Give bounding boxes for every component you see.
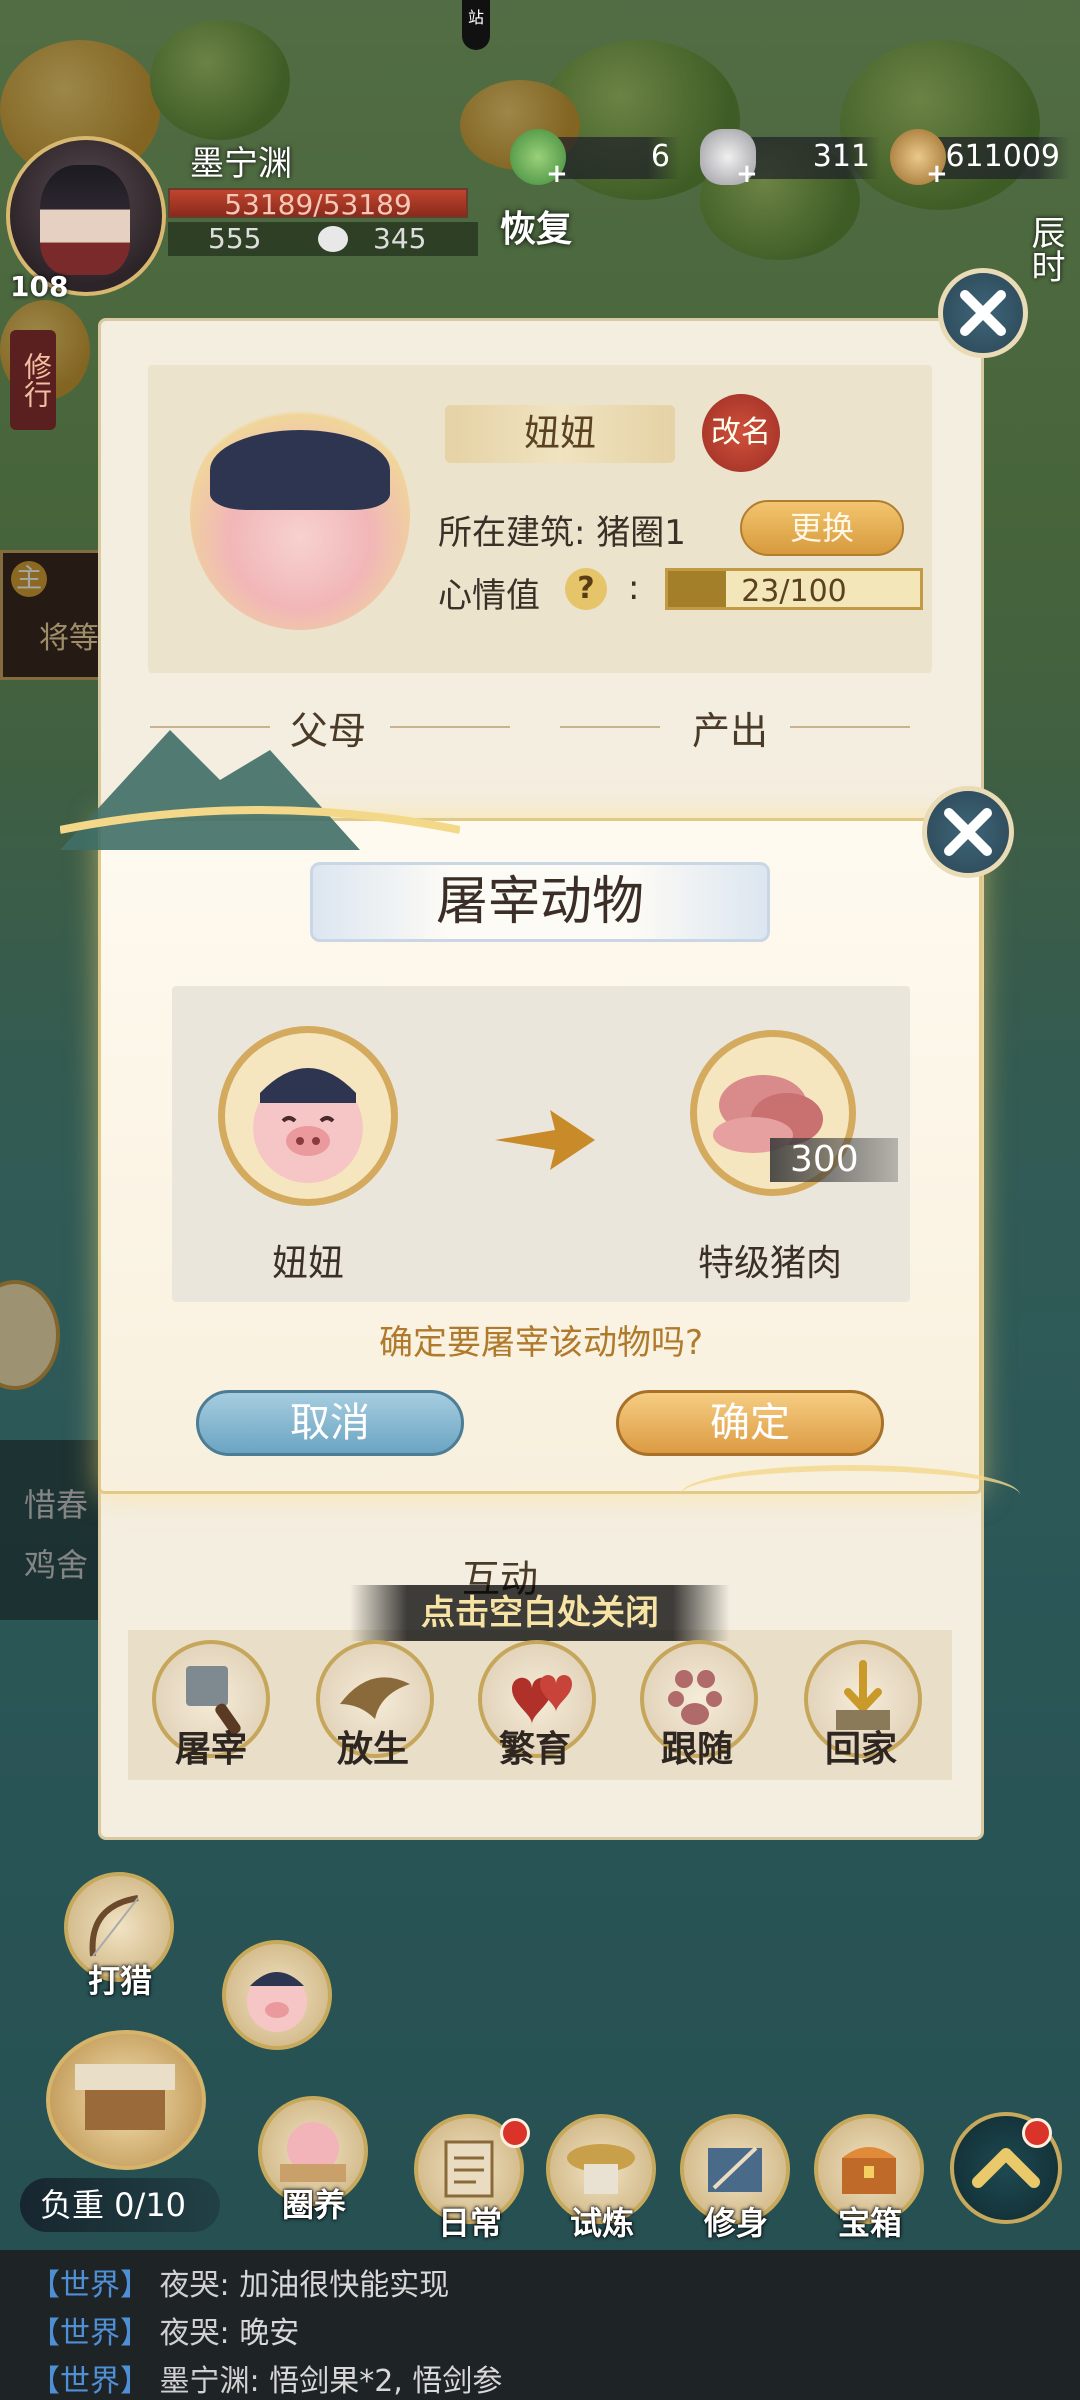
- station-tag[interactable]: 站: [462, 0, 490, 50]
- hp-value: 53189/53189: [224, 188, 412, 221]
- chat-text: 晚安: [239, 2316, 300, 2351]
- close-icon: [960, 290, 1006, 336]
- chat-channel: 【世界】: [30, 2268, 150, 2303]
- recover-label[interactable]: 恢复: [500, 200, 572, 252]
- breed-label: 繁育: [498, 1729, 571, 1770]
- mood-colon: :: [628, 568, 640, 608]
- chat-sender: 夜哭:: [159, 2316, 230, 2351]
- chat-text: 悟剑果*2, 悟剑参: [269, 2364, 503, 2399]
- mood-label: 心情值: [438, 576, 540, 616]
- trial-label: 试炼: [569, 2204, 634, 2242]
- chat-sender: 夜哭:: [159, 2268, 230, 2303]
- player-level: 108: [10, 270, 69, 303]
- sub-stat-a: 555: [208, 222, 262, 255]
- chat-message: 【世界】 夜哭: 晚安: [30, 2308, 299, 2352]
- to-item-name: 特级猪肉: [697, 1243, 842, 1284]
- divider: [790, 726, 910, 728]
- avatar-portrait: [40, 165, 130, 275]
- load-capacity: 负重 0/10: [20, 2178, 220, 2232]
- add-icon: +: [546, 159, 568, 189]
- sub-stats-row: 555 345: [168, 222, 478, 256]
- chat-message: 【世界】 夜哭: 加油很快能实现: [30, 2260, 449, 2304]
- resource-value: 6: [650, 139, 670, 174]
- pig-icon: [253, 1068, 363, 1183]
- market-stall-button[interactable]: [46, 2030, 206, 2170]
- help-icon[interactable]: ?: [565, 568, 607, 610]
- resource-coin[interactable]: + 611009: [890, 129, 1070, 189]
- gold-swirl-decoration: [680, 1465, 1020, 1525]
- change-building-button[interactable]: 更换: [740, 500, 904, 556]
- chat-channel: 【世界】: [30, 2364, 150, 2399]
- sub-stat-b: 345: [373, 222, 427, 255]
- chat-text: 加油很快能实现: [239, 2268, 450, 2303]
- confirm-question: 确定要屠宰该动物吗?: [378, 1323, 704, 1363]
- notification-dot: [1022, 2118, 1052, 2148]
- chat-message: 【世界】 墨宁渊: 悟剑果*2, 悟剑参: [30, 2356, 502, 2400]
- resource-value: 611009: [945, 139, 1060, 174]
- cultivate-tag[interactable]: 修行: [10, 330, 56, 430]
- cultivate-label: 修身: [703, 2204, 768, 2242]
- output-title: 产出: [692, 709, 769, 753]
- panel-close-button[interactable]: [938, 268, 1028, 358]
- release-label: 放生: [336, 1729, 409, 1770]
- rename-button[interactable]: 改名: [702, 394, 780, 472]
- resource-jade[interactable]: + 6: [510, 129, 680, 189]
- animal-name: 妞妞: [445, 405, 675, 463]
- close-icon: [944, 808, 992, 856]
- chat-channel: 【世界】: [30, 2316, 150, 2351]
- from-animal-name: 妞妞: [271, 1243, 344, 1284]
- chat-sender: 墨宁渊:: [159, 2364, 260, 2399]
- notification-dot: [500, 2118, 530, 2148]
- dialog-close-button[interactable]: [922, 786, 1014, 878]
- pig-icon: [247, 1972, 307, 2032]
- close-hint[interactable]: 点击空白处关闭: [350, 1585, 730, 1641]
- treasure-label: 宝箱: [837, 2204, 902, 2242]
- stall-icon: [75, 2064, 175, 2130]
- follow-label: 跟随: [660, 1729, 733, 1770]
- pig-hat-icon: [210, 430, 390, 510]
- resource-value: 311: [812, 139, 870, 174]
- resource-silver[interactable]: + 311: [700, 129, 880, 189]
- mood-value: 23/100: [741, 574, 847, 609]
- dumpling-icon: [318, 226, 348, 252]
- meat-quantity: 300: [770, 1138, 898, 1182]
- mountain-decoration: [60, 730, 460, 850]
- mood-bar: 23/100: [665, 568, 923, 610]
- player-name: 墨宁渊: [190, 144, 292, 184]
- pig-item-slot: [218, 1026, 398, 1206]
- slaughter-label: 屠宰: [174, 1729, 247, 1770]
- pen-label: 圈养: [281, 2186, 346, 2224]
- arrow-right-icon: [495, 1110, 595, 1170]
- daily-label: 日常: [437, 2204, 502, 2242]
- divider: [560, 726, 660, 728]
- hunt-label: 打猎: [87, 1962, 152, 2000]
- time-label: 辰时: [1025, 215, 1065, 283]
- building-label: 所在建筑: 猪圈1: [438, 513, 686, 553]
- confirm-button[interactable]: 确定: [616, 1390, 884, 1456]
- pig-follower-button[interactable]: [222, 1940, 332, 2050]
- world-chat-bar[interactable]: 【世界】 夜哭: 加油很快能实现 【世界】 夜哭: 晚安 【世界】 墨宁渊: 悟…: [0, 2250, 1080, 2400]
- cancel-button[interactable]: 取消: [196, 1390, 464, 1456]
- dialog-title: 屠宰动物: [435, 872, 644, 932]
- hp-bar: 53189/53189: [168, 188, 468, 221]
- add-icon: +: [736, 159, 758, 189]
- go-home-label: 回家: [824, 1729, 897, 1770]
